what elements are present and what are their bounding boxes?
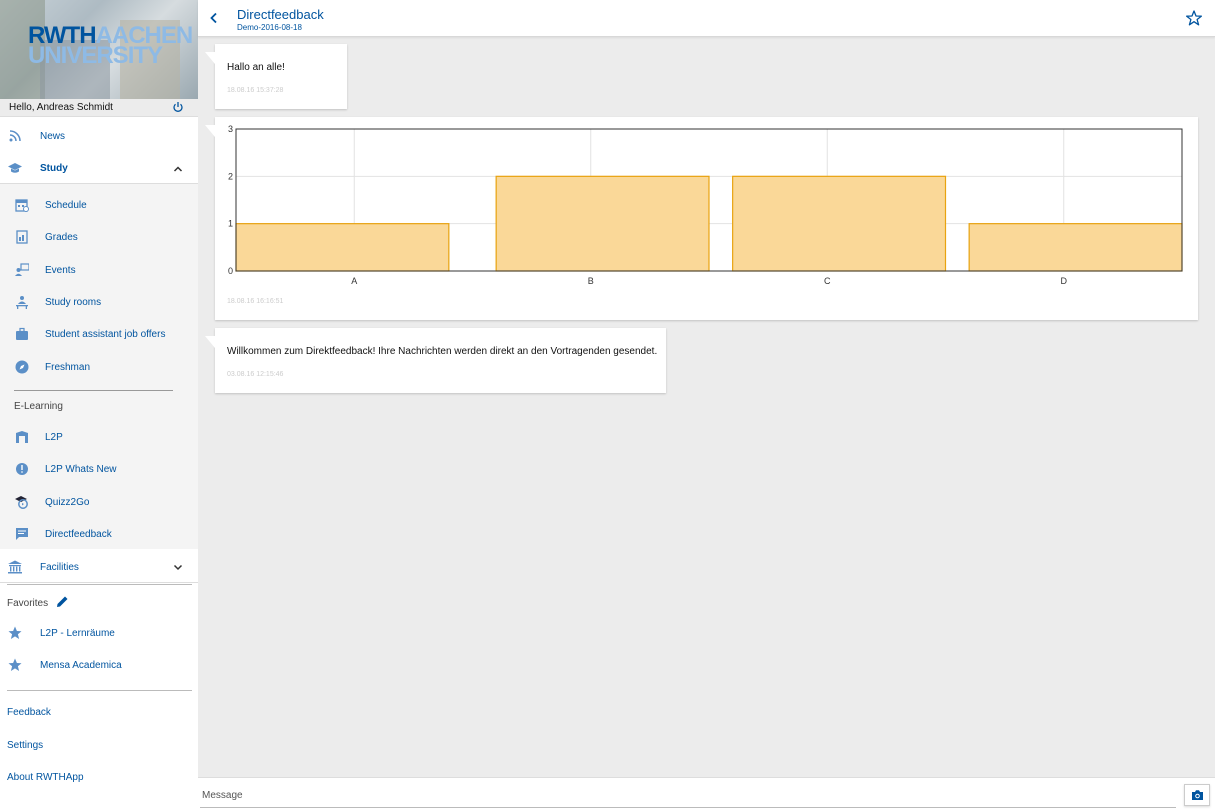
y-tick-label: 0 bbox=[228, 266, 233, 276]
bubble-tail bbox=[205, 336, 215, 348]
nav-grades[interactable]: Grades bbox=[0, 221, 198, 253]
elearning-label: E-Learning bbox=[14, 401, 63, 412]
page-title: Directfeedback bbox=[237, 7, 324, 22]
quiz-icon bbox=[15, 496, 28, 509]
rwth-logo: RWTHAACHEN UNIVERSITY bbox=[28, 22, 193, 69]
star-icon bbox=[8, 626, 22, 639]
nav-events[interactable]: Events bbox=[0, 254, 198, 286]
rss-icon bbox=[9, 130, 21, 142]
nav-study-label: Study bbox=[40, 163, 68, 174]
favorite-mensa-academica[interactable]: Mensa Academica bbox=[0, 649, 198, 681]
briefcase-icon bbox=[16, 327, 28, 340]
nav-directfeedback[interactable]: Directfeedback bbox=[0, 518, 198, 550]
message-composer bbox=[198, 777, 1215, 810]
nav-news-label: News bbox=[40, 131, 66, 142]
message-timestamp: 03.08.16 12:15:46 bbox=[227, 371, 284, 378]
favorite-label: Mensa Academica bbox=[40, 660, 122, 671]
x-tick-label: D bbox=[1061, 276, 1068, 286]
divider bbox=[14, 390, 173, 391]
bubble-tail bbox=[205, 52, 215, 64]
favorite-l2p-lernraeume[interactable]: L2P - Lernräume bbox=[0, 617, 198, 649]
edit-pencil-icon[interactable] bbox=[56, 595, 69, 608]
back-arrow-icon[interactable] bbox=[208, 12, 220, 24]
nav-grades-label: Grades bbox=[45, 232, 78, 243]
page-subtitle: Demo-2016-08-18 bbox=[237, 23, 302, 32]
x-tick-label: A bbox=[351, 276, 357, 286]
top-bar: Directfeedback Demo-2016-08-18 bbox=[198, 0, 1215, 37]
grades-icon bbox=[16, 230, 28, 244]
header-image: RWTHAACHEN UNIVERSITY bbox=[0, 0, 198, 99]
message-timestamp: 18.08.16 16:16:51 bbox=[227, 298, 284, 305]
settings-link[interactable]: Settings bbox=[7, 740, 43, 751]
favorite-label: L2P - Lernräume bbox=[40, 628, 115, 639]
nav-schedule-label: Schedule bbox=[45, 200, 87, 211]
camera-icon bbox=[1192, 790, 1203, 800]
compass-icon bbox=[15, 360, 29, 374]
sidebar: RWTHAACHEN UNIVERSITY Hello, Andreas Sch… bbox=[0, 0, 198, 810]
power-icon[interactable] bbox=[172, 101, 184, 113]
divider bbox=[7, 690, 192, 691]
bar-D bbox=[968, 223, 1183, 272]
feedback-link[interactable]: Feedback bbox=[7, 707, 51, 718]
alert-badge-icon bbox=[16, 463, 28, 475]
nav-study[interactable]: Study bbox=[0, 152, 198, 184]
message-text: Willkommen zum Direktfeedback! Ihre Nach… bbox=[227, 346, 658, 357]
nav-facilities-label: Facilities bbox=[40, 562, 79, 573]
y-tick-label: 3 bbox=[228, 124, 233, 134]
graduation-cap-icon bbox=[8, 163, 22, 173]
study-rooms-icon bbox=[16, 296, 28, 309]
nav-l2p-whats-new[interactable]: L2P Whats New bbox=[0, 453, 198, 485]
nav-schedule[interactable]: Schedule bbox=[0, 189, 198, 221]
nav-freshman-label: Freshman bbox=[45, 362, 91, 373]
l2p-icon bbox=[16, 431, 28, 443]
user-bar: Hello, Andreas Schmidt bbox=[0, 99, 198, 117]
star-icon bbox=[8, 658, 22, 671]
favorites-label: Favorites bbox=[7, 598, 49, 609]
bar-C bbox=[732, 175, 947, 272]
nav-l2p-label: L2P bbox=[45, 432, 63, 443]
nav-study-rooms-label: Study rooms bbox=[45, 297, 102, 308]
building-icon bbox=[8, 560, 22, 574]
nav-l2p[interactable]: L2P bbox=[0, 421, 198, 453]
favorite-star-icon[interactable] bbox=[1186, 10, 1202, 26]
camera-button[interactable] bbox=[1184, 784, 1210, 806]
x-tick-label: B bbox=[588, 276, 594, 286]
nav-study-rooms[interactable]: Study rooms bbox=[0, 286, 198, 318]
bar-B bbox=[495, 175, 710, 272]
nav-news[interactable]: News bbox=[0, 120, 198, 152]
nav-directfeedback-label: Directfeedback bbox=[45, 529, 112, 540]
chat-bubble-icon bbox=[16, 528, 28, 540]
message-bubble: Willkommen zum Direktfeedback! Ihre Nach… bbox=[205, 328, 666, 393]
chevron-up-icon[interactable] bbox=[173, 164, 183, 174]
x-tick-label: C bbox=[824, 276, 831, 286]
nav-quizz2go-label: Quizz2Go bbox=[45, 497, 90, 508]
y-tick-label: 2 bbox=[228, 171, 233, 181]
about-link[interactable]: About RWTHApp bbox=[7, 772, 84, 783]
bar-A bbox=[235, 223, 450, 272]
message-bubble: Hallo an alle! 18.08.16 15:37:28 bbox=[205, 44, 347, 109]
y-tick-label: 1 bbox=[228, 219, 233, 229]
message-text: Hallo an alle! bbox=[227, 62, 285, 73]
bar-chart: 0 1 2 3 A B C D bbox=[228, 124, 1183, 286]
bubble-tail bbox=[205, 125, 215, 137]
chart-message-bubble: 0 1 2 3 A B C D 18.08.16 16:16:51 bbox=[205, 117, 1198, 320]
nav-job-offers[interactable]: Student assistant job offers bbox=[0, 318, 198, 350]
nav-quizz2go[interactable]: Quizz2Go bbox=[0, 486, 198, 518]
nav-freshman[interactable]: Freshman bbox=[0, 351, 198, 383]
events-icon bbox=[15, 263, 29, 276]
message-timestamp: 18.08.16 15:37:28 bbox=[227, 87, 284, 94]
divider bbox=[7, 584, 192, 585]
greeting-text: Hello, Andreas Schmidt bbox=[9, 102, 113, 113]
message-input[interactable] bbox=[200, 784, 1176, 808]
nav-facilities[interactable]: Facilities bbox=[0, 551, 198, 583]
nav-l2p-whats-new-label: L2P Whats New bbox=[45, 464, 117, 475]
chevron-down-icon[interactable] bbox=[173, 562, 183, 572]
nav-job-offers-label: Student assistant job offers bbox=[45, 329, 166, 340]
nav-events-label: Events bbox=[45, 265, 76, 276]
calendar-icon bbox=[15, 199, 29, 212]
